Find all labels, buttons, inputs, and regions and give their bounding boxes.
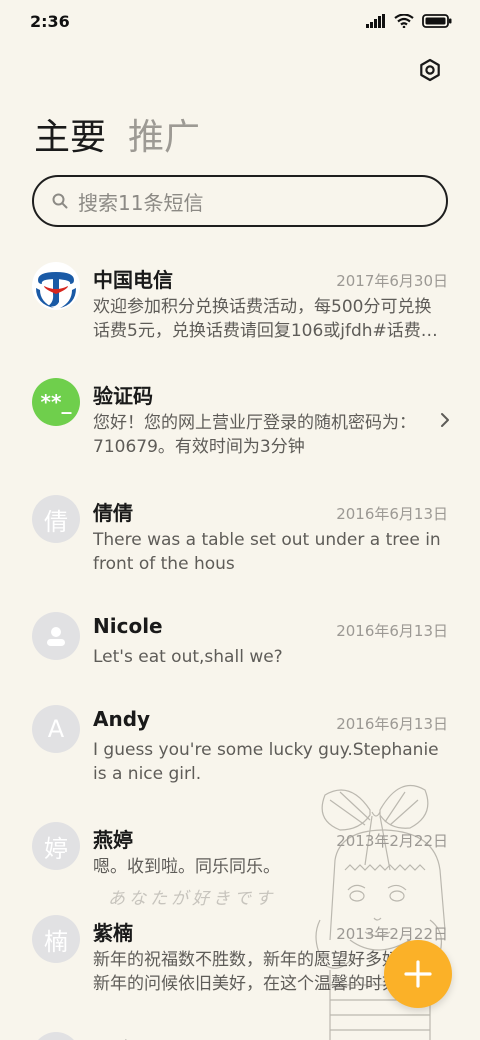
avatar — [32, 262, 80, 310]
list-item[interactable]: 倩 倩倩 2016年6月13日 There was a table set ou… — [0, 483, 480, 583]
message-preview: I guess you're some lucky guy.Stephanie … — [93, 740, 439, 784]
message-date: 2016年6月13日 — [336, 505, 448, 523]
message-preview: There was a table set out under a tree i… — [93, 530, 441, 574]
signal-icon — [366, 14, 385, 28]
contact-name: Andy — [93, 707, 151, 731]
list-item[interactable]: 子玲 — [0, 1020, 480, 1040]
contact-name: 倩倩 — [93, 501, 133, 525]
tab-primary[interactable]: 主要 — [34, 108, 106, 160]
message-preview: 嗯。收到啦。同乐同乐。 — [93, 857, 280, 877]
tab-promotions[interactable]: 推广 — [128, 108, 200, 160]
list-item[interactable]: 婷 燕婷 2013年2月22日 嗯。收到啦。同乐同乐。 — [0, 810, 480, 890]
avatar: 倩 — [32, 495, 80, 543]
search-input[interactable]: 搜索11条短信 — [32, 175, 448, 227]
list-item[interactable]: 中国电信 2017年6月30日 欢迎参加积分兑换话费活动，每500分可兑换话费5… — [0, 248, 480, 348]
tab-bar: 主要 推广 — [34, 108, 200, 160]
plus-icon — [404, 960, 432, 988]
contact-name: 紫楠 — [93, 921, 133, 945]
chevron-right-icon[interactable] — [440, 412, 450, 428]
new-message-button[interactable] — [384, 940, 452, 1008]
status-icons — [366, 14, 452, 28]
person-icon — [47, 627, 65, 646]
contact-name: 燕婷 — [93, 828, 133, 852]
message-preview: Let's eat out,shall we? — [93, 647, 283, 667]
telecom-logo-icon — [36, 272, 76, 308]
avatar — [32, 1032, 80, 1040]
search-icon — [52, 193, 68, 209]
avatar: A — [32, 705, 80, 753]
list-item[interactable]: **_ 验证码 您好！您的网上营业厅登录的随机密码为：710679。有效时间为3… — [0, 366, 480, 466]
avatar: 楠 — [32, 915, 80, 963]
settings-button[interactable] — [414, 54, 446, 86]
contact-name: 验证码 — [93, 384, 153, 408]
message-date: 2016年6月13日 — [336, 622, 448, 640]
message-date: 2013年2月22日 — [336, 832, 448, 850]
avatar: **_ — [32, 378, 80, 426]
avatar — [32, 612, 80, 660]
battery-icon — [422, 14, 452, 28]
contact-name: Nicole — [93, 614, 163, 638]
settings-icon — [420, 58, 440, 82]
message-date: 2016年6月13日 — [336, 715, 448, 733]
wifi-icon — [394, 14, 414, 28]
message-date: 2017年6月30日 — [336, 272, 448, 290]
search-placeholder: 搜索11条短信 — [78, 190, 204, 215]
contact-name: 中国电信 — [93, 268, 173, 292]
list-item[interactable]: A Andy 2016年6月13日 I guess you're some lu… — [0, 693, 480, 793]
message-date: 2013年2月22日 — [336, 925, 448, 943]
message-preview: 欢迎参加积分兑换话费活动，每500分可兑换话费5元，兑换话费请回复106或jfd… — [93, 297, 438, 341]
status-time: 2:36 — [30, 11, 70, 31]
avatar: 婷 — [32, 822, 80, 870]
message-preview: 您好！您的网上营业厅登录的随机密码为：710679。有效时间为3分钟 — [93, 413, 416, 457]
list-item[interactable]: Nicole 2016年6月13日 Let's eat out,shall we… — [0, 600, 480, 680]
status-bar: 2:36 — [0, 0, 480, 42]
contact-name: 子玲 — [93, 1034, 133, 1040]
